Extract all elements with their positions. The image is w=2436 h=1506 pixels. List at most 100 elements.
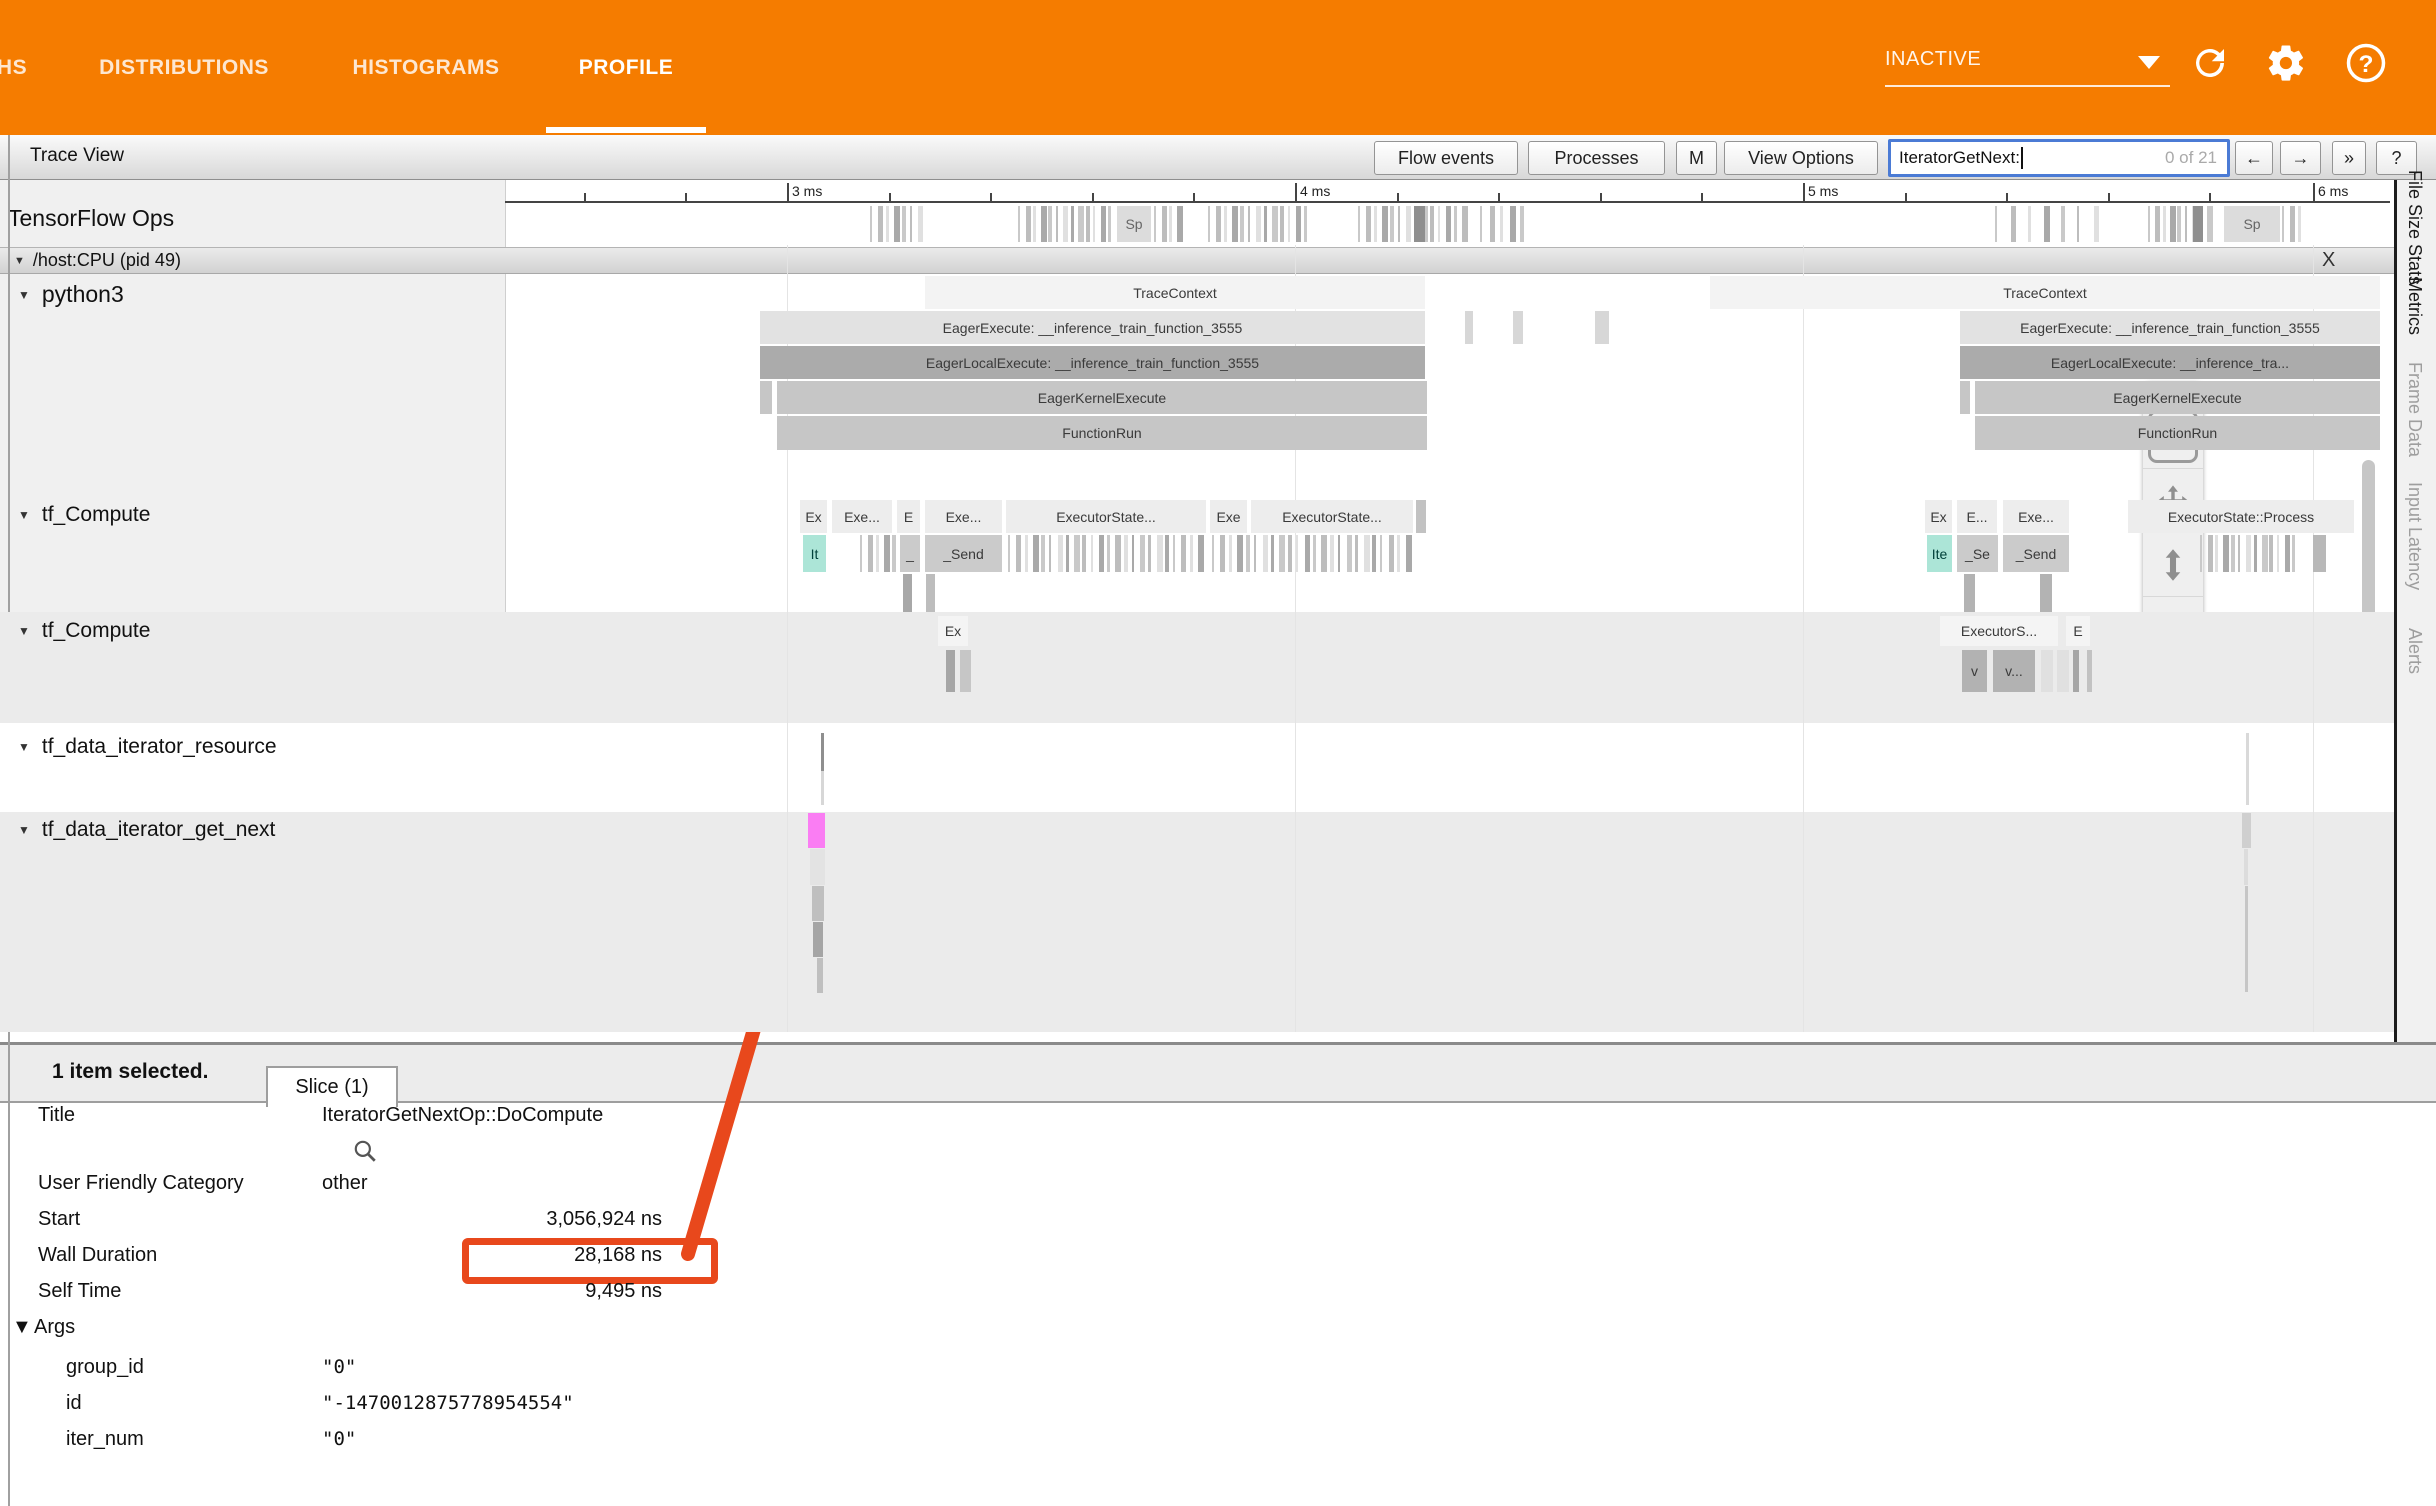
trace-slice[interactable]: [1305, 535, 1310, 572]
trace-slice[interactable]: [1256, 206, 1261, 242]
trace-slice[interactable]: [2292, 535, 2295, 572]
trace-slice[interactable]: [926, 574, 935, 612]
track-label-tf_data_iterator_resource[interactable]: ▼tf_data_iterator_resource: [0, 735, 277, 759]
run-selector[interactable]: INACTIVE: [1885, 48, 1981, 71]
trace-slice[interactable]: [1430, 206, 1434, 242]
trace-slice[interactable]: [1026, 206, 1031, 242]
trace-slice[interactable]: [1086, 206, 1090, 242]
trace-slice[interactable]: [1438, 206, 1440, 242]
trace-slice[interactable]: [910, 206, 912, 242]
trace-slice[interactable]: [1224, 206, 1227, 242]
trace-slice[interactable]: [1364, 535, 1370, 572]
trace-slice[interactable]: [1313, 535, 1316, 572]
trace-slice[interactable]: [1101, 206, 1106, 242]
trace-slice[interactable]: [2282, 206, 2284, 242]
metrics-m-button[interactable]: M: [1676, 141, 1717, 175]
trace-slice[interactable]: [1280, 206, 1284, 242]
trace-slice[interactable]: [1389, 535, 1394, 572]
track-label-python3[interactable]: ▼python3: [0, 281, 124, 308]
trace-slice[interactable]: [2170, 206, 2176, 242]
trace-slice[interactable]: [1216, 206, 1221, 242]
trace-slice[interactable]: _Send: [2003, 535, 2069, 572]
trace-slice[interactable]: EagerExecute: __inference_train_function…: [760, 311, 1425, 344]
trace-slice[interactable]: [2148, 206, 2150, 242]
trace-slice[interactable]: [960, 650, 971, 692]
collapse-triangle-icon[interactable]: ▼: [18, 823, 30, 837]
trace-slice[interactable]: [2041, 650, 2053, 692]
trace-slice[interactable]: [2298, 206, 2301, 242]
trace-slice[interactable]: [1264, 206, 1267, 242]
trace-slice[interactable]: [1208, 206, 1210, 242]
trace-slice[interactable]: [1296, 535, 1298, 572]
trace-slice[interactable]: [2155, 206, 2160, 242]
trace-slice[interactable]: [2313, 535, 2326, 572]
app-tab-distributions[interactable]: DISTRIBUTIONS: [99, 0, 269, 135]
trace-slice[interactable]: [1288, 535, 1292, 572]
trace-slice[interactable]: [1416, 500, 1426, 533]
trace-slice[interactable]: [2200, 535, 2202, 572]
trace-slice[interactable]: [1358, 206, 1360, 242]
trace-slice[interactable]: [1071, 206, 1074, 242]
trace-slice[interactable]: ExecutorS...: [1940, 616, 2058, 646]
trace-slice[interactable]: [1237, 535, 1243, 572]
trace-slice[interactable]: [2208, 535, 2213, 572]
app-tab-hs[interactable]: HS: [0, 0, 27, 135]
trace-slice[interactable]: [1115, 535, 1121, 572]
tab-slice[interactable]: Slice (1): [266, 1066, 398, 1107]
trace-slice[interactable]: [1041, 535, 1045, 572]
trace-slice[interactable]: [1254, 535, 1256, 572]
trace-slice[interactable]: [821, 771, 824, 805]
trace-slice[interactable]: [1513, 311, 1523, 344]
trace-slice[interactable]: E: [897, 500, 920, 533]
trace-slice[interactable]: [1288, 206, 1290, 242]
trace-slice[interactable]: [1248, 206, 1250, 242]
trace-slice[interactable]: [2290, 206, 2295, 242]
trace-slice[interactable]: [2262, 535, 2268, 572]
sidebar-tab-input-latency[interactable]: Input Latency: [2404, 482, 2425, 590]
trace-slice[interactable]: [2269, 535, 2273, 572]
trace-slice[interactable]: Ite: [1927, 535, 1952, 572]
trace-slice[interactable]: EagerKernelExecute: [1975, 381, 2380, 414]
close-process-icon[interactable]: X: [2322, 249, 2335, 272]
process-header[interactable]: ▼ /host:CPU (pid 49) X: [0, 247, 2394, 274]
trace-slice[interactable]: [2207, 206, 2213, 242]
trace-slice[interactable]: [1198, 535, 1204, 572]
trace-slice[interactable]: [1058, 535, 1063, 572]
trace-slice[interactable]: Exe...: [925, 500, 1002, 533]
trace-slice[interactable]: Ex: [800, 500, 827, 533]
trace-slice[interactable]: [1446, 206, 1451, 242]
trace-search-input[interactable]: IteratorGetNext: 0 of 21: [1888, 139, 2230, 177]
trace-slice[interactable]: [1338, 535, 1340, 572]
trace-slice[interactable]: [1490, 206, 1495, 242]
trace-slice[interactable]: Sp: [1117, 206, 1151, 242]
trace-slice[interactable]: [2040, 574, 2052, 612]
trace-slice[interactable]: v...: [1993, 650, 2035, 692]
trace-slice[interactable]: [1049, 535, 1051, 572]
trace-slice[interactable]: [1107, 535, 1110, 572]
trace-slice[interactable]: [1271, 535, 1274, 572]
trace-slice[interactable]: [1148, 535, 1151, 572]
trace-slice[interactable]: [813, 922, 823, 957]
track-label-tf_Compute[interactable]: ▼tf_Compute: [0, 503, 150, 527]
trace-slice[interactable]: [1397, 535, 1400, 572]
trace-slice[interactable]: [1124, 535, 1128, 572]
trace-slice[interactable]: [878, 206, 883, 242]
trace-slice[interactable]: [1169, 206, 1172, 242]
trace-slice[interactable]: ExecutorState...: [1006, 500, 1206, 533]
trace-slice[interactable]: [1296, 206, 1301, 242]
trace-slice[interactable]: [1355, 535, 1358, 572]
trace-slice[interactable]: [1018, 206, 1020, 242]
trace-slice[interactable]: [1414, 206, 1425, 242]
trace-slice[interactable]: Sp: [2224, 206, 2280, 242]
sidebar-tab-metrics[interactable]: Metrics: [2404, 277, 2425, 335]
trace-slice[interactable]: [1279, 535, 1285, 572]
trace-slice[interactable]: [1220, 535, 1225, 572]
collapse-triangle-icon[interactable]: ▼: [18, 508, 30, 522]
trace-slice[interactable]: _: [900, 535, 920, 572]
trace-slice[interactable]: [1465, 311, 1473, 344]
trace-slice[interactable]: [1398, 206, 1400, 242]
trace-slice[interactable]: [1246, 535, 1250, 572]
app-tab-profile[interactable]: PROFILE: [579, 0, 674, 135]
trace-slice[interactable]: [1382, 206, 1388, 242]
trace-slice[interactable]: EagerExecute: __inference_train_function…: [1960, 311, 2380, 344]
